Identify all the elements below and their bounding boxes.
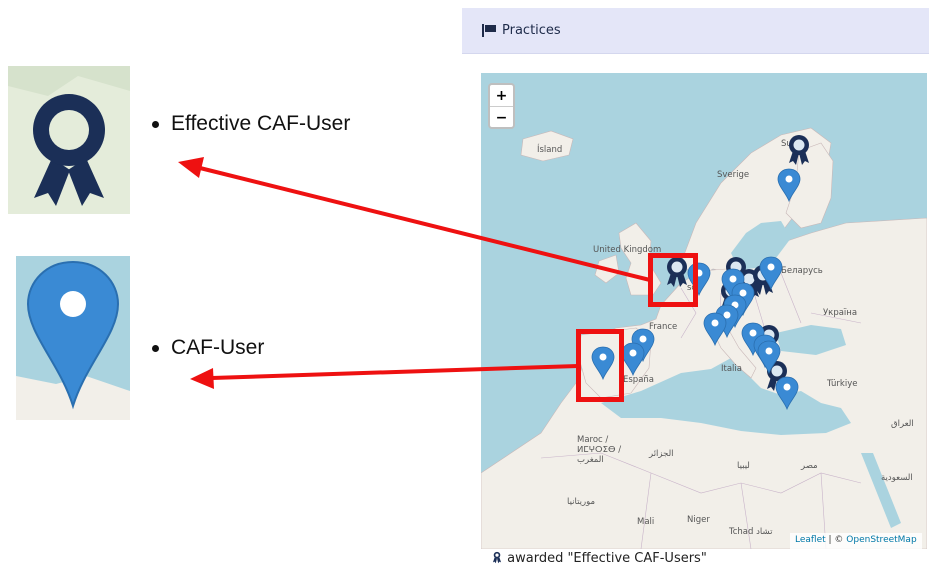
- caf-user-label: CAF-User: [171, 336, 265, 359]
- legend: awarded "Effective CAF-Users": [491, 551, 707, 566]
- zoom-control: + −: [488, 83, 515, 129]
- caf-user-item: CAF-User: [152, 336, 264, 360]
- osm-link[interactable]: OpenStreetMap: [846, 535, 916, 545]
- bullet-dot: [152, 120, 159, 128]
- attribution-separator: | ©: [825, 535, 847, 545]
- pin-marker[interactable]: [775, 376, 799, 410]
- zoom-out-button[interactable]: −: [490, 107, 513, 128]
- highlight-box-pin: [576, 329, 624, 402]
- map-attribution: Leaflet | © OpenStreetMap: [790, 533, 922, 549]
- award-marker[interactable]: [789, 135, 809, 165]
- panel-header: Practices: [462, 8, 929, 54]
- award-icon: [492, 551, 502, 564]
- pin-marker[interactable]: [703, 312, 727, 346]
- pin-thumbnail: [16, 256, 130, 420]
- pin-large-icon: [16, 256, 130, 420]
- panel-title: Practices: [502, 23, 561, 38]
- award-large-icon: [8, 66, 130, 214]
- legend-label: awarded "Effective CAF-Users": [507, 551, 707, 566]
- flag-icon: [482, 24, 496, 37]
- effective-caf-user-item: Effective CAF-User: [152, 112, 350, 136]
- pin-marker[interactable]: [621, 342, 645, 376]
- map[interactable]: Ísland Sverige Suomi United Kingdom sch …: [481, 73, 927, 549]
- pin-marker[interactable]: [777, 168, 801, 202]
- bullet-dot: [152, 344, 159, 352]
- effective-caf-user-label: Effective CAF-User: [171, 112, 351, 135]
- leaflet-link[interactable]: Leaflet: [795, 535, 826, 545]
- highlight-box-award: [648, 253, 698, 307]
- zoom-in-button[interactable]: +: [490, 85, 513, 107]
- map-markers: [591, 135, 809, 410]
- award-thumbnail: [8, 66, 130, 214]
